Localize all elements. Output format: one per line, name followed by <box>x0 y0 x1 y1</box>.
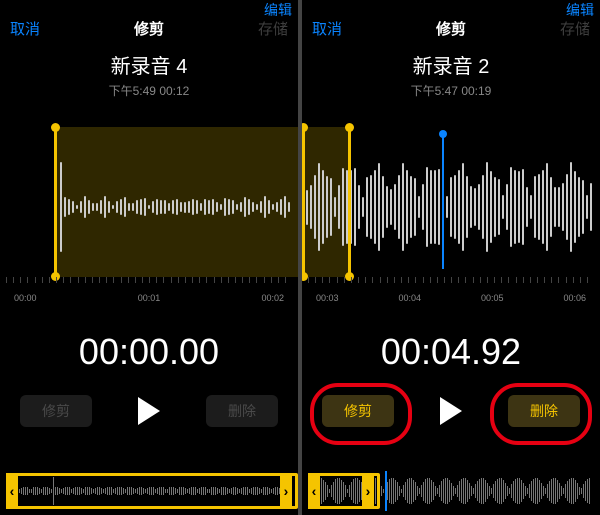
axis-label: 00:02 <box>261 293 284 303</box>
delete-button[interactable]: 删除 <box>508 395 580 427</box>
recording-timestamp: 下午5:47 00:19 <box>302 82 600 99</box>
save-button[interactable]: 存储 <box>560 18 590 39</box>
axis-label: 00:00 <box>14 293 37 303</box>
axis-label: 00:06 <box>563 293 586 303</box>
phone-panel-1: 编辑取消修剪存储新录音 2下午5:47 00:1900:0300:0400:05… <box>302 0 600 515</box>
timecode: 00:04.92 <box>302 331 600 373</box>
cancel-button[interactable]: 取消 <box>312 18 342 39</box>
strip-handle-left[interactable]: ‹ <box>6 473 18 509</box>
recording-name[interactable]: 新录音 2 <box>302 50 600 79</box>
delete-button: 删除 <box>206 395 278 427</box>
phone-panel-0: 编辑取消修剪存储新录音 4下午5:49 00:1200:0000:0100:02… <box>0 0 298 515</box>
strip-playhead[interactable] <box>385 471 387 511</box>
waveform-area[interactable]: 00:03 00:04 00:05 00:06 <box>302 127 600 307</box>
axis-label: 00:05 <box>481 293 504 303</box>
page-title: 修剪 <box>134 18 164 39</box>
play-button[interactable] <box>138 397 160 425</box>
trim-button: 修剪 <box>20 395 92 427</box>
strip-handle-right[interactable]: › <box>362 473 374 509</box>
axis-label: 00:04 <box>398 293 421 303</box>
cancel-button[interactable]: 取消 <box>10 18 40 39</box>
trim-button[interactable]: 修剪 <box>322 395 394 427</box>
playhead[interactable] <box>442 135 444 269</box>
recording-timestamp: 下午5:49 00:12 <box>0 82 298 99</box>
trim-handle-left[interactable] <box>54 127 57 277</box>
strip-handle-left[interactable]: ‹ <box>308 473 320 509</box>
overview-strip[interactable]: ‹› <box>6 473 292 509</box>
trim-handle-right[interactable] <box>348 127 351 277</box>
page-title: 修剪 <box>436 18 466 39</box>
trim-handle-left[interactable] <box>302 127 305 277</box>
strip-handle-right[interactable]: › <box>280 473 292 509</box>
save-button[interactable]: 存储 <box>258 18 288 39</box>
waveform-area[interactable]: 00:00 00:01 00:02 <box>0 127 298 307</box>
axis-label: 00:03 <box>316 293 339 303</box>
play-button[interactable] <box>440 397 462 425</box>
recording-name[interactable]: 新录音 4 <box>0 50 298 79</box>
overview-strip[interactable]: ‹› <box>308 473 594 509</box>
axis-label: 00:01 <box>138 293 161 303</box>
timecode: 00:00.00 <box>0 331 298 373</box>
